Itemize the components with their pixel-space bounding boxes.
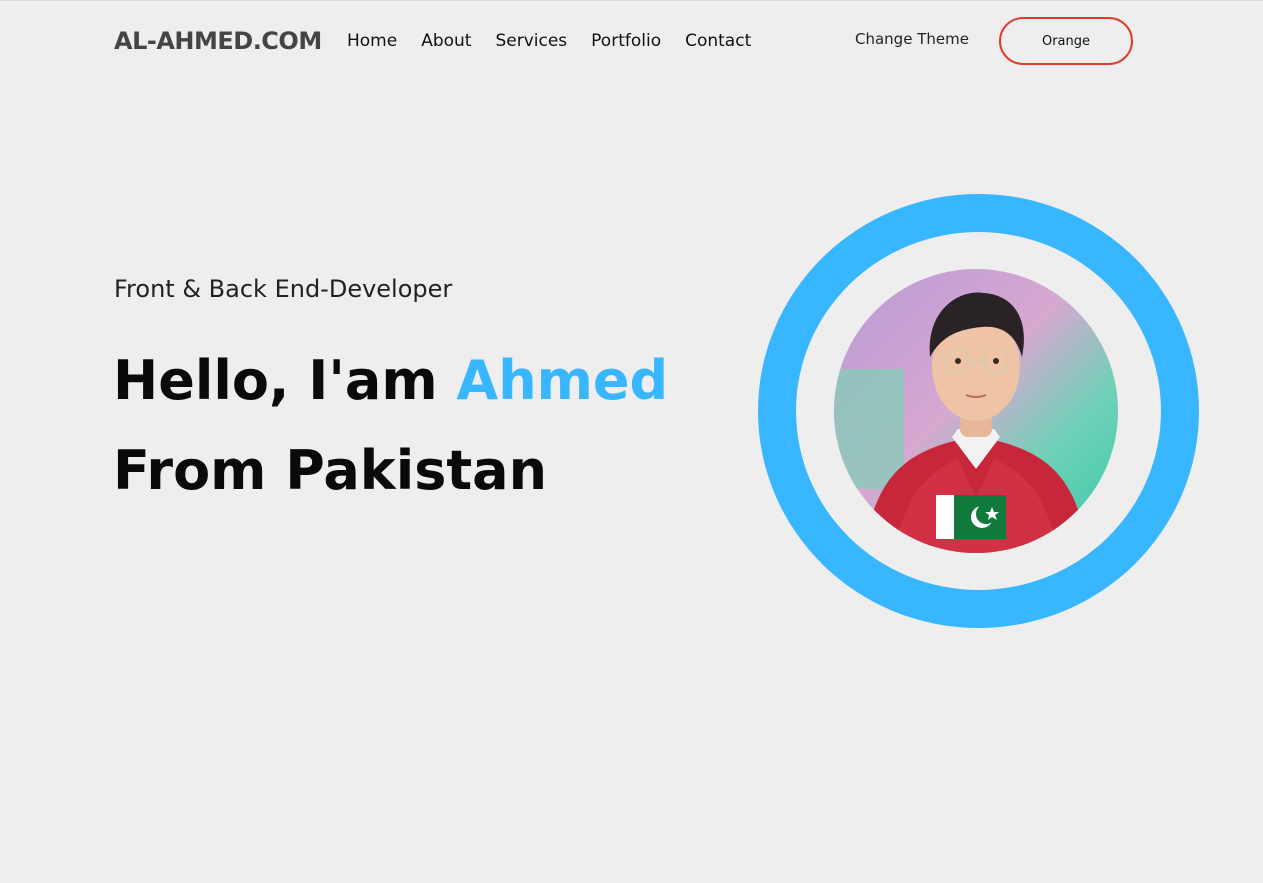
change-theme-label: Change Theme bbox=[855, 30, 969, 48]
nav-contact-link[interactable]: Contact bbox=[685, 31, 751, 51]
main-nav: Home About Services Portfolio Contact bbox=[347, 31, 751, 51]
nav-portfolio-link[interactable]: Portfolio bbox=[591, 31, 661, 51]
site-header: AL-AHMED.COM Home About Services Portfol… bbox=[0, 1, 1263, 81]
nav-about-link[interactable]: About bbox=[421, 31, 471, 51]
hero-origin: From Pakistan bbox=[113, 439, 548, 502]
nav-services-link[interactable]: Services bbox=[495, 31, 567, 51]
hero-greeting: Hello, I'am bbox=[113, 349, 438, 412]
site-logo[interactable]: AL-AHMED.COM bbox=[114, 27, 322, 55]
theme-toggle-button[interactable]: Orange bbox=[999, 17, 1133, 65]
hero-headline: Hello, I'am Ahmed From Pakistan bbox=[113, 336, 668, 516]
hero-subtitle: Front & Back End-Developer bbox=[114, 275, 453, 303]
avatar-ring-inner bbox=[796, 232, 1161, 590]
profile-portrait-icon bbox=[834, 269, 1118, 553]
nav-home-link[interactable]: Home bbox=[347, 31, 397, 51]
avatar-photo bbox=[834, 269, 1118, 553]
hero-name: Ahmed bbox=[456, 349, 669, 412]
avatar-ring bbox=[758, 194, 1199, 628]
